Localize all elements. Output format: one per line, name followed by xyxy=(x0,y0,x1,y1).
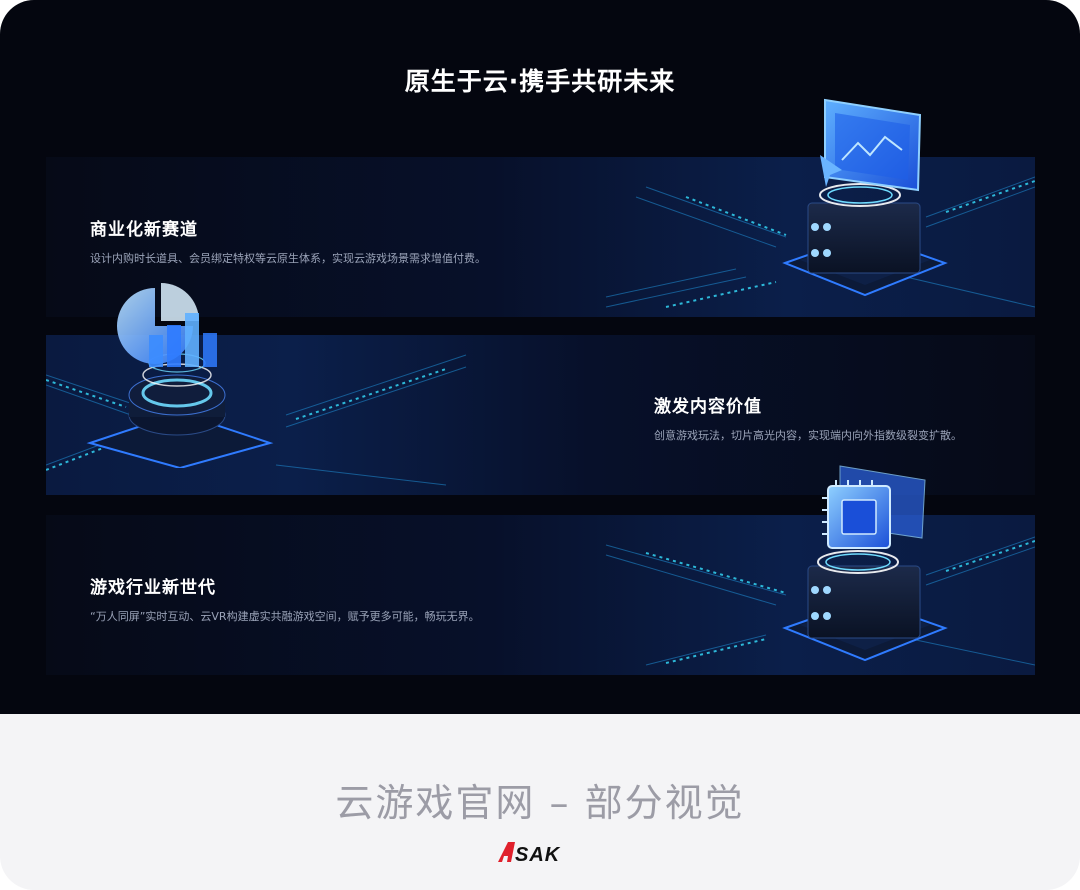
showcase-card: 原生于云·携手共研未来 商业化新赛道 设计内购时长道具、会员绑定特权等云原生体系… xyxy=(0,0,1080,890)
server-chip-icon xyxy=(782,465,948,662)
feature-content-value: 激发内容价值 创意游戏玩法，切片高光内容，实现端内向外指数级裂变扩散。 xyxy=(654,392,962,443)
feature-description: “万人同屏”实时互动、云VR构建虚实共融游戏空间，赋予更多可能，畅玩无界。 xyxy=(90,610,480,623)
feature-description: 设计内购时长道具、会员绑定特权等云原生体系，实现云游戏场景需求增值付费。 xyxy=(90,252,486,265)
page-title: 原生于云·携手共研未来 xyxy=(404,67,676,96)
feature-commercial: 商业化新赛道 设计内购时长道具、会员绑定特权等云原生体系，实现云游戏场景需求增值… xyxy=(90,215,486,266)
feature-description: 创意游戏玩法，切片高光内容，实现端内向外指数级裂变扩散。 xyxy=(654,429,962,442)
feature-title: 激发内容价值 xyxy=(654,397,762,417)
brand-logo: SAK xyxy=(498,842,561,862)
svg-text:SAK: SAK xyxy=(515,844,561,862)
feature-title: 商业化新赛道 xyxy=(90,220,198,240)
footer-caption: 云游戏官网 – 部分视觉 xyxy=(335,781,745,825)
server-monitor-icon xyxy=(782,98,948,297)
hero-panel: 原生于云·携手共研未来 商业化新赛道 设计内购时长道具、会员绑定特权等云原生体系… xyxy=(0,0,1080,714)
feature-title: 游戏行业新世代 xyxy=(90,578,216,598)
analytics-chart-icon xyxy=(86,283,274,468)
feature-new-era: 游戏行业新世代 “万人同屏”实时互动、云VR构建虚实共融游戏空间，赋予更多可能，… xyxy=(90,573,480,624)
